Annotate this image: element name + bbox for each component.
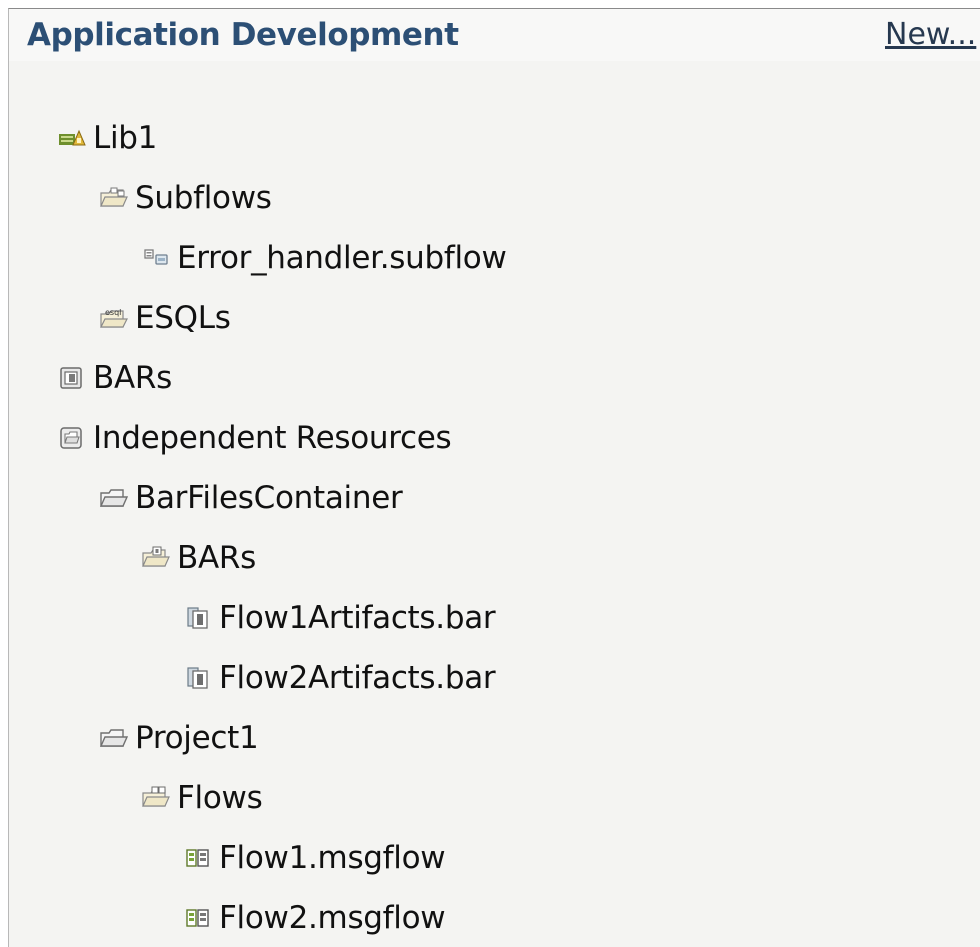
tree-node-label: BarFilesContainer [135, 480, 403, 516]
tree-node-barfilescontainer[interactable]: BarFilesContainer [99, 473, 403, 523]
independent-resources-icon [57, 425, 87, 451]
library-icon [57, 125, 87, 151]
tree-node-flow1artifacts-bar[interactable]: Flow1Artifacts.bar [183, 593, 496, 643]
application-development-panel: Application Development New... Lib1 Subf… [8, 8, 980, 947]
tree-node-flows[interactable]: Flows [141, 773, 263, 823]
tree-node-label: Error_handler.subflow [177, 240, 507, 276]
tree-node-flow2-msgflow[interactable]: Flow2.msgflow [183, 893, 446, 943]
tree-node-label: BARs [177, 540, 256, 576]
tree-node-independent-resources[interactable]: Independent Resources [57, 413, 452, 463]
msgflow-file-icon [183, 845, 213, 871]
tree-node-flow1-msgflow[interactable]: Flow1.msgflow [183, 833, 446, 883]
tree-node-label: ESQLs [135, 300, 231, 336]
msgflow-file-icon [183, 905, 213, 931]
tree-node-bars[interactable]: BARs [57, 353, 172, 403]
tree-node-label: Project1 [135, 720, 259, 756]
project-folder-icon [99, 485, 129, 511]
bars-container-icon [57, 365, 87, 391]
tree-node-bars-folder[interactable]: BARs [141, 533, 256, 583]
tree-node-label: Flows [177, 780, 263, 816]
esql-folder-icon: esql [99, 305, 129, 331]
tree-node-label: Flow2Artifacts.bar [219, 660, 496, 696]
tree-node-esqls[interactable]: esql ESQLs [99, 293, 231, 343]
tree-node-error-handler-subflow[interactable]: Error_handler.subflow [141, 233, 507, 283]
bars-folder-icon [141, 545, 171, 571]
subflow-file-icon [141, 245, 171, 271]
tree-node-flow2artifacts-bar[interactable]: Flow2Artifacts.bar [183, 653, 496, 703]
tree-node-label: Flow1.msgflow [219, 840, 446, 876]
panel-title: Application Development [27, 17, 459, 53]
tree-node-label: Subflows [135, 180, 272, 216]
project-folder-icon [99, 725, 129, 751]
tree-node-label: Flow1Artifacts.bar [219, 600, 496, 636]
tree-node-subflows[interactable]: Subflows [99, 173, 272, 223]
flows-folder-icon [141, 785, 171, 811]
tree-node-project1[interactable]: Project1 [99, 713, 259, 763]
panel-header: Application Development New... [9, 9, 980, 61]
tree-node-label: BARs [93, 360, 172, 396]
tree-node-label: Flow2.msgflow [219, 900, 446, 936]
tree-node-label: Lib1 [93, 120, 158, 156]
bar-file-icon [183, 665, 213, 691]
subflows-folder-icon [99, 185, 129, 211]
bar-file-icon [183, 605, 213, 631]
svg-text:esql: esql [105, 308, 121, 317]
new-link[interactable]: New... [885, 17, 976, 52]
tree-node-lib1[interactable]: Lib1 [57, 113, 157, 163]
tree-node-label: Independent Resources [93, 420, 452, 456]
